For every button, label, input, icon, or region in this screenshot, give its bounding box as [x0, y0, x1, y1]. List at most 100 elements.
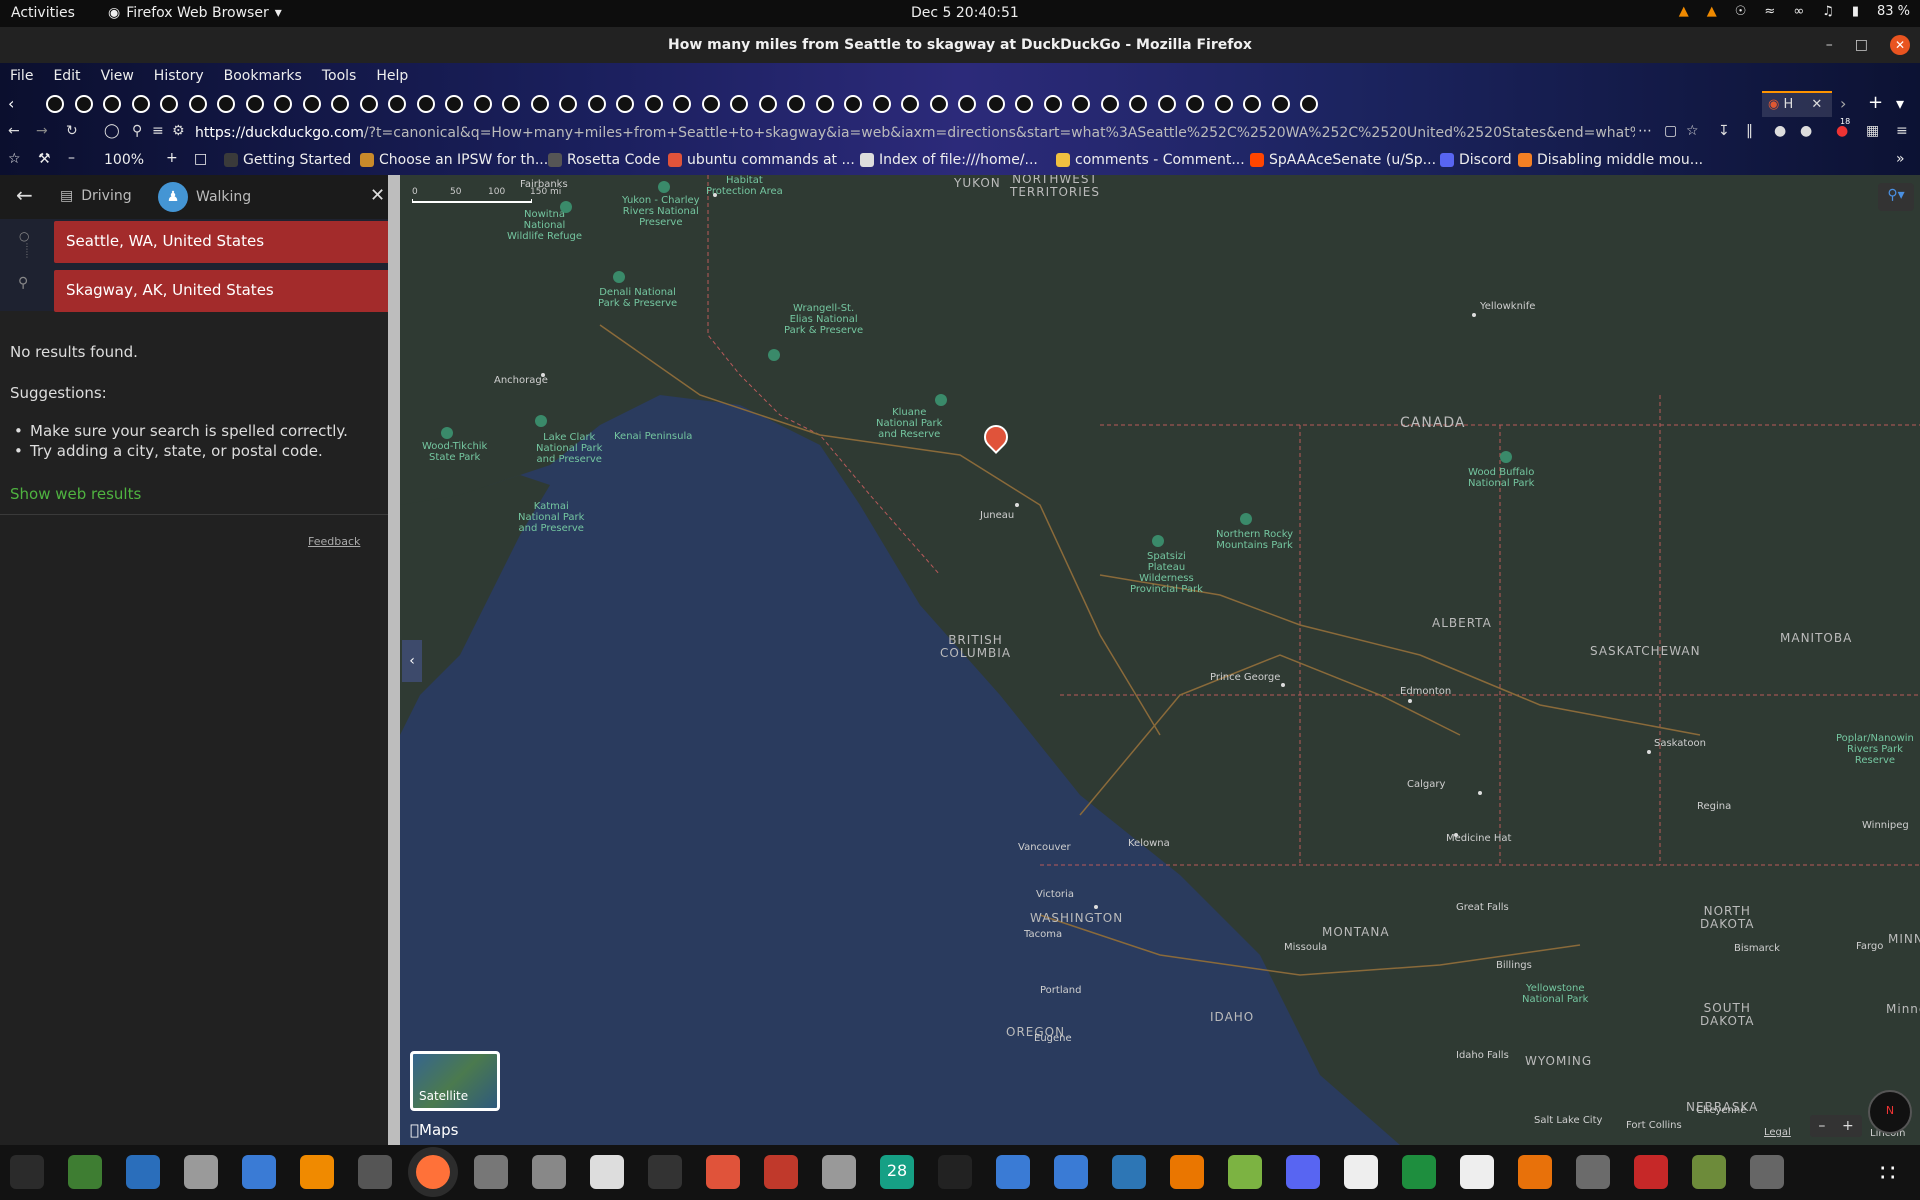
virtualbox-icon[interactable] — [1112, 1155, 1146, 1189]
show-applications-icon[interactable]: ∷ — [1880, 1159, 1895, 1187]
pinned-tab-icon[interactable] — [331, 95, 349, 113]
menu-bookmarks[interactable]: Bookmarks — [214, 63, 312, 89]
software-center-icon[interactable] — [822, 1155, 856, 1189]
tab-list-icon[interactable]: ▾ — [1896, 94, 1904, 113]
pinned-tab-icon[interactable] — [530, 95, 549, 113]
vlc-tray-icon[interactable]: ▲ — [1679, 4, 1689, 19]
files-icon[interactable] — [184, 1155, 218, 1189]
forward-icon[interactable]: → — [36, 123, 48, 139]
bookmark-item[interactable]: Rosetta Code — [548, 152, 660, 168]
discord-icon[interactable] — [1286, 1155, 1320, 1189]
accessibility-icon[interactable]: ☉ — [1735, 4, 1747, 19]
page-actions-icon[interactable]: ⋯ — [1638, 123, 1652, 139]
back-icon[interactable]: ← — [8, 123, 20, 139]
pinned-tab-icon[interactable] — [74, 95, 93, 113]
bluetooth-icon[interactable]: ∞ — [1793, 4, 1804, 19]
pinned-tab-icon[interactable] — [730, 95, 748, 113]
clock[interactable]: Dec 5 20:40:51 — [911, 5, 1019, 21]
close-window-button[interactable]: ✕ — [1890, 35, 1910, 55]
map-zoom-out-icon[interactable]: – — [1818, 1118, 1825, 1134]
zoom-in-icon[interactable]: + — [166, 150, 178, 166]
pinned-tab-icon[interactable] — [1186, 95, 1204, 113]
pinned-tab-icon[interactable] — [1100, 95, 1119, 113]
menu-view[interactable]: View — [91, 63, 144, 89]
bookmark-item[interactable]: SpAAAceSenate (u/Sp... — [1250, 152, 1436, 168]
compass-icon[interactable]: N — [1868, 1090, 1912, 1134]
pinned-tab-icon[interactable] — [1043, 95, 1062, 113]
pinned-tab-icon[interactable] — [673, 95, 691, 113]
zoom-controls[interactable]: – + — [1810, 1115, 1862, 1137]
pinned-tab-icon[interactable] — [1129, 95, 1147, 113]
tasks-icon[interactable] — [996, 1155, 1030, 1189]
bookmark-item[interactable]: Getting Started — [224, 152, 351, 168]
calendar-icon[interactable]: 28 — [880, 1155, 914, 1189]
menu-edit[interactable]: Edit — [43, 63, 90, 89]
new-tab-icon[interactable]: + — [1868, 92, 1883, 113]
pinned-tab-icon[interactable] — [473, 95, 492, 113]
menu-file[interactable]: File — [0, 63, 43, 89]
map-zoom-in-icon[interactable]: + — [1842, 1118, 1854, 1134]
bookmarks-overflow-icon[interactable]: » — [1896, 151, 1905, 167]
system-monitor-icon[interactable] — [10, 1155, 44, 1189]
pinned-tab-icon[interactable] — [616, 95, 634, 113]
activities-button[interactable]: Activities — [11, 5, 75, 21]
pinned-tab-icon[interactable] — [644, 95, 663, 113]
bookmark-manager-icon[interactable]: ☆ — [8, 151, 21, 167]
terminal-icon[interactable] — [648, 1155, 682, 1189]
pinned-tab-icon[interactable] — [559, 95, 577, 113]
terminal-green-icon[interactable] — [68, 1155, 102, 1189]
pinned-tab-icon[interactable] — [46, 95, 64, 113]
pinned-tab-icon[interactable] — [1243, 95, 1261, 113]
wrench-icon[interactable]: ⚒ — [38, 151, 51, 167]
tabs-scroll-left-icon[interactable]: ‹ — [8, 94, 14, 113]
gimp-icon[interactable] — [1576, 1155, 1610, 1189]
pinned-tab-icon[interactable] — [274, 95, 292, 113]
pinned-tab-icon[interactable] — [445, 95, 463, 113]
pinned-tab-icon[interactable] — [901, 95, 919, 113]
rainbow-app-icon[interactable] — [706, 1155, 740, 1189]
document-viewer-icon[interactable] — [1344, 1155, 1378, 1189]
pinned-tab-icon[interactable] — [302, 95, 321, 113]
pinned-tab-icon[interactable] — [815, 95, 834, 113]
satellite-toggle[interactable]: Satellite — [410, 1051, 500, 1111]
presentation-icon[interactable] — [1518, 1155, 1552, 1189]
panel-scrollbar[interactable] — [388, 175, 400, 1145]
mario-game-icon[interactable] — [1634, 1155, 1668, 1189]
bookmark-item[interactable]: Disabling middle mou... — [1518, 152, 1703, 168]
battery-icon[interactable]: ▮ — [1852, 4, 1859, 19]
extension-icon[interactable]: ● — [1800, 123, 1812, 139]
bookmark-item[interactable]: Discord — [1440, 152, 1512, 168]
url-bar[interactable]: https://duckduckgo.com/?t=canonical&q=Ho… — [195, 125, 1635, 141]
pinned-tab-icon[interactable] — [1214, 95, 1233, 113]
firefox-icon[interactable] — [416, 1155, 450, 1189]
end-location-field[interactable]: Skagway, AK, United States — [54, 270, 393, 312]
legal-link[interactable]: Legal — [1764, 1127, 1791, 1138]
library-icon[interactable]: ‖ — [1746, 123, 1753, 139]
zoom-out-icon[interactable]: – — [68, 150, 75, 166]
pinned-tab-icon[interactable] — [1300, 95, 1318, 113]
tabs-scroll-right-icon[interactable]: › — [1840, 94, 1846, 113]
permissions-icon[interactable]: ≡ — [152, 123, 164, 139]
maps-pin-icon[interactable] — [1750, 1155, 1784, 1189]
ghostery-icon[interactable]: ▦ — [1866, 123, 1879, 139]
spreadsheet-icon[interactable] — [1402, 1155, 1436, 1189]
reload-icon[interactable]: ↻ — [66, 123, 78, 139]
bookmark-item[interactable]: comments - Comment... — [1056, 152, 1245, 168]
hamburger-menu-icon[interactable]: ≡ — [1896, 123, 1908, 139]
pinned-tab-icon[interactable] — [1015, 95, 1033, 113]
pinned-tab-icon[interactable] — [103, 95, 121, 113]
pinned-tab-icon[interactable] — [416, 95, 435, 113]
menu-history[interactable]: History — [144, 63, 214, 89]
system-tray[interactable]: ▲ ▲ ☉ ≈ ∞ ♫ ▮ 83 % — [1679, 4, 1910, 19]
text-document-icon[interactable] — [126, 1155, 160, 1189]
site-info-icon[interactable]: ⚙ — [172, 123, 185, 139]
pinned-tab-icon[interactable] — [502, 95, 520, 113]
pinned-tab-icon[interactable] — [131, 95, 150, 113]
calculator-icon[interactable] — [358, 1155, 392, 1189]
collapse-panel-button[interactable]: ‹ — [402, 640, 422, 682]
bookmark-item[interactable]: Choose an IPSW for th... — [360, 152, 548, 168]
settings-icon[interactable] — [474, 1155, 508, 1189]
volume-icon[interactable]: ♫ — [1822, 4, 1834, 19]
maximize-icon[interactable]: □ — [1855, 37, 1868, 53]
menu-help[interactable]: Help — [366, 63, 418, 89]
